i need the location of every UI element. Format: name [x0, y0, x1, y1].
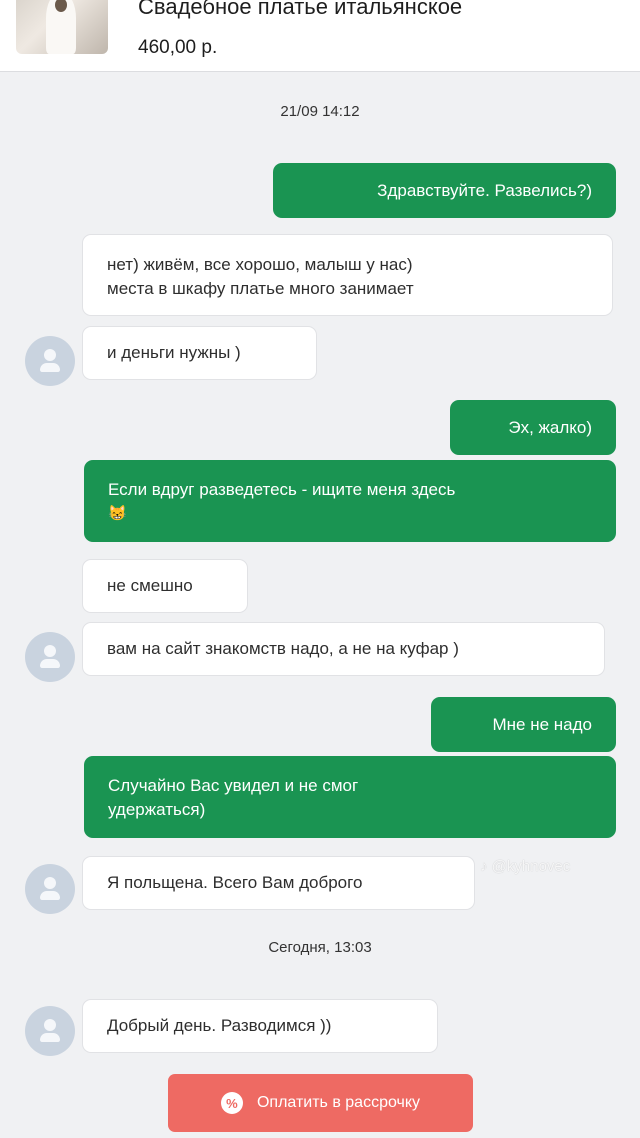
product-thumbnail[interactable]	[16, 0, 108, 54]
message-line: нет) живём, все хорошо, малыш у нас)	[107, 255, 413, 274]
cat-emoji-icon: 😸	[108, 505, 127, 522]
pay-button-label: Оплатить в рассрочку	[256, 1094, 421, 1111]
message-outgoing: Если вдруг разведетесь - ищите меня здес…	[84, 460, 616, 542]
percent-icon: %	[220, 1092, 243, 1114]
product-title: Свадебное платье итальянское	[138, 0, 463, 19]
message-line: удержаться)	[108, 800, 206, 819]
tiktok-watermark: ♪ @kyhnovec	[480, 858, 571, 875]
message-line: Если вдруг разведетесь - ищите меня здес…	[108, 480, 456, 499]
message-incoming: нет) живём, все хорошо, малыш у нас) мес…	[82, 234, 613, 316]
product-price: 460,00 р.	[138, 37, 218, 58]
message-incoming: и деньги нужны )	[82, 326, 317, 380]
dress-image	[46, 0, 76, 54]
date-separator: 21/09 14:12	[280, 103, 360, 120]
chat-screen: Свадебное платье итальянское 460,00 р. 2…	[0, 0, 640, 1138]
date-separator: Сегодня, 13:03	[268, 939, 372, 956]
message-outgoing: Мне не надо	[431, 697, 616, 752]
message-incoming: Добрый день. Разводимся ))	[82, 999, 438, 1053]
listing-header[interactable]: Свадебное платье итальянское 460,00 р.	[0, 0, 640, 72]
seller-avatar-icon[interactable]	[25, 864, 75, 914]
message-incoming: Я польщена. Всего Вам доброго	[82, 856, 475, 910]
seller-avatar-icon[interactable]	[25, 1006, 75, 1056]
seller-avatar-icon[interactable]	[25, 336, 75, 386]
message-outgoing: Эх, жалко)	[450, 400, 616, 455]
message-incoming: вам на сайт знакомств надо, а не на куфа…	[82, 622, 605, 676]
message-line: места в шкафу платье много занимает	[107, 279, 414, 298]
message-incoming: не смешно	[82, 559, 248, 613]
message-outgoing: Здравствуйте. Развелись?)	[273, 163, 616, 218]
message-outgoing: Случайно Вас увидел и не смог удержаться…	[84, 756, 616, 838]
pay-installments-button[interactable]: % Оплатить в рассрочку	[168, 1074, 473, 1132]
message-line: Случайно Вас увидел и не смог	[108, 776, 359, 795]
seller-avatar-icon[interactable]	[25, 632, 75, 682]
